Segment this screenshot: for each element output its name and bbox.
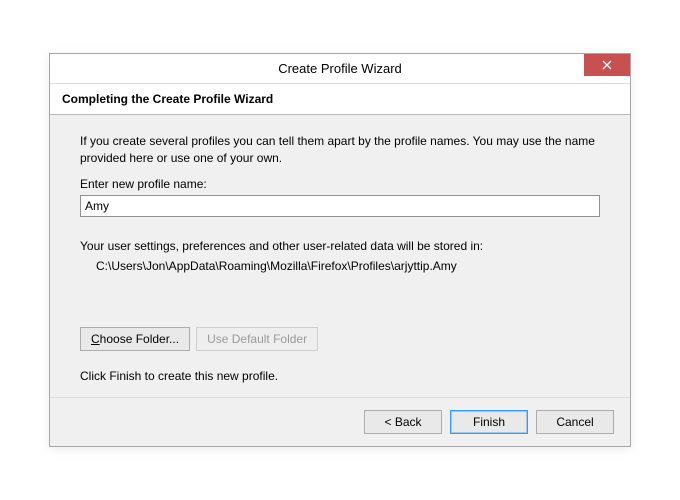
finish-hint: Click Finish to create this new profile. [80, 369, 600, 383]
dialog-window: Create Profile Wizard Completing the Cre… [49, 53, 631, 448]
close-button[interactable] [584, 54, 630, 76]
profile-name-input[interactable] [80, 195, 600, 217]
back-button[interactable]: < Back [364, 410, 442, 434]
profile-name-label: Enter new profile name: [80, 177, 600, 191]
wizard-heading: Completing the Create Profile Wizard [62, 92, 618, 106]
wizard-header: Completing the Create Profile Wizard [50, 84, 630, 115]
use-default-folder-button: Use Default Folder [196, 327, 318, 351]
finish-button[interactable]: Finish [450, 410, 528, 434]
choose-folder-button[interactable]: Choose Folder... [80, 327, 190, 351]
cancel-button[interactable]: Cancel [536, 410, 614, 434]
storage-info-text: Your user settings, preferences and othe… [80, 239, 483, 253]
intro-text: If you create several profiles you can t… [80, 133, 600, 168]
storage-path: C:\Users\Jon\AppData\Roaming\Mozilla\Fir… [80, 257, 600, 275]
titlebar: Create Profile Wizard [50, 54, 630, 84]
folder-buttons-row: Choose Folder...Use Default Folder [80, 327, 600, 351]
close-icon [602, 60, 612, 70]
storage-info: Your user settings, preferences and othe… [80, 237, 600, 275]
wizard-body: If you create several profiles you can t… [50, 115, 630, 398]
wizard-footer: < Back Finish Cancel [50, 397, 630, 446]
window-title: Create Profile Wizard [278, 61, 402, 76]
